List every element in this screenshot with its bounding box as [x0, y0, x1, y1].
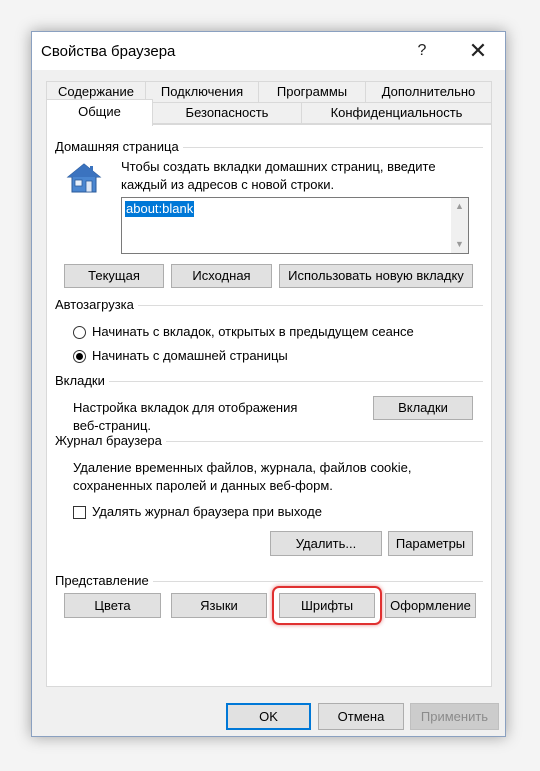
- tab-connections[interactable]: Подключения: [145, 81, 259, 104]
- fonts-button-highlight: [272, 586, 382, 625]
- startup-option-home-label[interactable]: Начинать с домашней страницы: [92, 347, 288, 365]
- cancel-button[interactable]: Отмена: [318, 703, 404, 730]
- startup-radio-previous[interactable]: [73, 326, 86, 339]
- title-bar: Свойства браузера ? ✕: [32, 32, 505, 70]
- current-page-button[interactable]: Текущая: [64, 264, 164, 288]
- ok-button[interactable]: OK: [226, 703, 311, 730]
- use-new-tab-button[interactable]: Использовать новую вкладку: [279, 264, 473, 288]
- startup-label: Автозагрузка: [55, 297, 138, 312]
- help-icon[interactable]: ?: [407, 38, 437, 64]
- tab-programs[interactable]: Программы: [258, 81, 366, 104]
- tabs-settings-button[interactable]: Вкладки: [373, 396, 473, 420]
- scrollbar[interactable]: ▲ ▼: [451, 198, 468, 253]
- scroll-down-icon[interactable]: ▼: [451, 236, 468, 253]
- history-description: Удаление временных файлов, журнала, файл…: [73, 460, 412, 493]
- tab-privacy[interactable]: Конфиденциальность: [301, 102, 492, 124]
- tab-advanced[interactable]: Дополнительно: [365, 81, 492, 104]
- colors-button[interactable]: Цвета: [64, 593, 161, 618]
- scroll-up-icon[interactable]: ▲: [451, 198, 468, 215]
- browser-properties-dialog: Свойства браузера ? ✕ Содержание Подключ…: [31, 31, 506, 737]
- separator: [55, 381, 483, 382]
- appearance-label: Представление: [55, 573, 153, 588]
- tab-general[interactable]: Общие: [46, 99, 153, 126]
- tabs-description: Настройка вкладок для отображения веб-ст…: [73, 400, 298, 433]
- tab-security[interactable]: Безопасность: [152, 102, 302, 124]
- tabs-section-label: Вкладки: [55, 373, 109, 388]
- appearance-button[interactable]: Оформление: [385, 593, 476, 618]
- close-icon[interactable]: ✕: [463, 38, 493, 64]
- home-page-url-value[interactable]: about:blank: [125, 201, 195, 217]
- startup-radio-home[interactable]: [73, 350, 86, 363]
- general-tab-panel: Домашняя страница Чтобы создать вкладки …: [46, 124, 492, 687]
- home-page-url-input[interactable]: about:blank ▲ ▼: [121, 197, 469, 254]
- dialog-title: Свойства браузера: [41, 43, 176, 60]
- languages-button[interactable]: Языки: [171, 593, 267, 618]
- default-page-button[interactable]: Исходная: [171, 264, 272, 288]
- delete-history-on-exit-checkbox[interactable]: [73, 506, 86, 519]
- history-settings-button[interactable]: Параметры: [388, 531, 473, 556]
- delete-history-button[interactable]: Удалить...: [270, 531, 382, 556]
- history-label: Журнал браузера: [55, 433, 166, 448]
- startup-option-previous-label[interactable]: Начинать с вкладок, открытых в предыдуще…: [92, 323, 414, 341]
- house-icon: [66, 163, 102, 193]
- delete-history-on-exit-label[interactable]: Удалять журнал браузера при выходе: [92, 503, 322, 521]
- home-page-description: Чтобы создать вкладки домашних страниц, …: [121, 159, 436, 192]
- apply-button[interactable]: Применить: [410, 703, 499, 730]
- home-page-label: Домашняя страница: [55, 139, 183, 154]
